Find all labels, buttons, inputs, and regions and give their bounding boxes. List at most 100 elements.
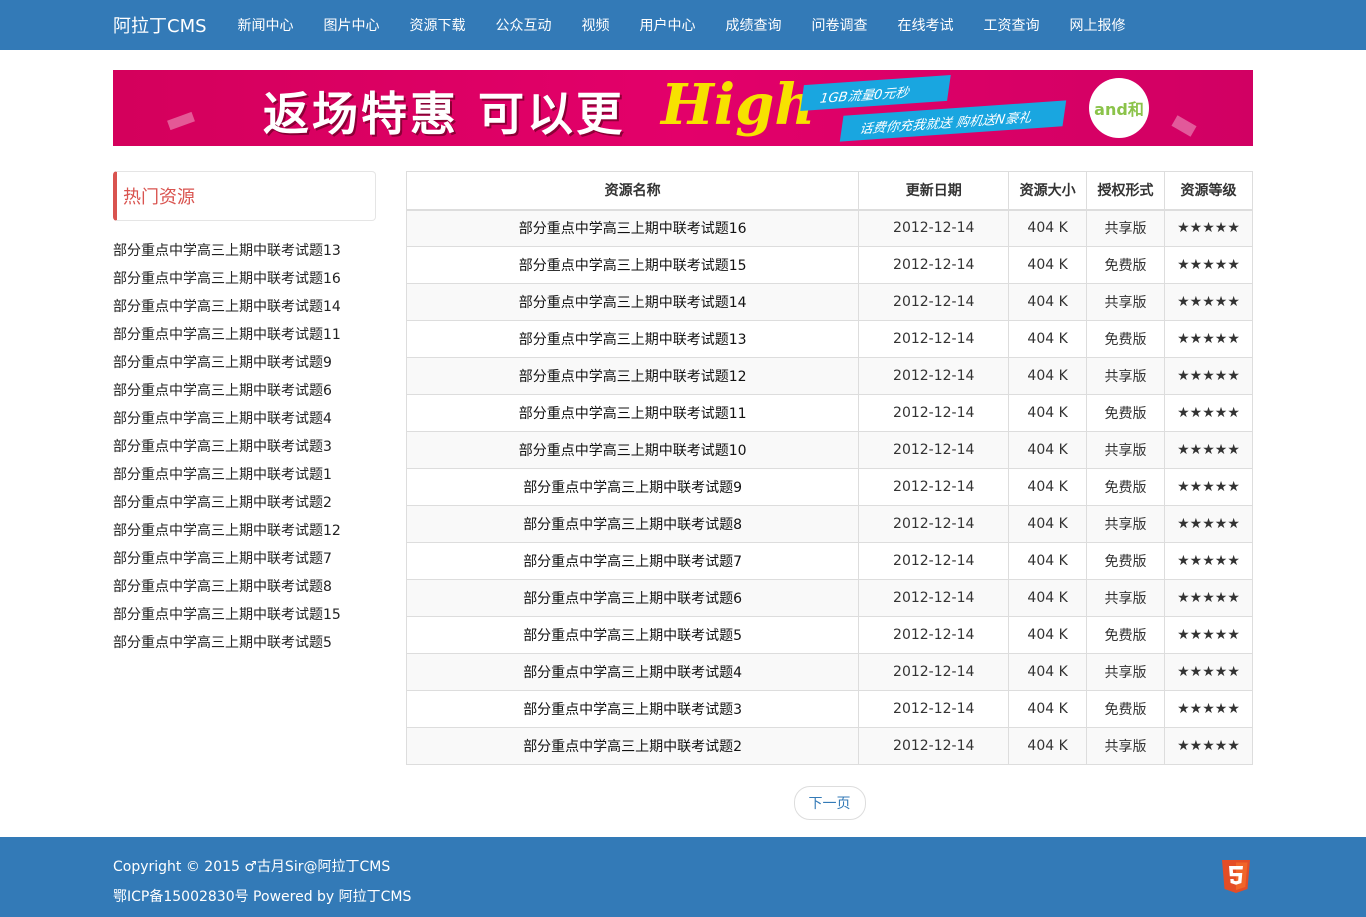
list-item[interactable]: 部分重点中学高三上期中联考试题8 [113,577,376,605]
cell-resource-name[interactable]: 部分重点中学高三上期中联考试题8 [405,505,860,543]
cell-resource-name[interactable]: 部分重点中学高三上期中联考试题5 [405,616,860,654]
list-item[interactable]: 部分重点中学高三上期中联考试题6 [113,381,376,409]
table-header-row: 资源名称 更新日期 资源大小 授权形式 资源等级 [405,171,1253,211]
cell-update-date: 2012-12-14 [858,690,1010,728]
list-item[interactable]: 部分重点中学高三上期中联考试题9 [113,353,376,381]
nav-item[interactable]: 资源下载 [395,15,481,35]
list-item[interactable]: 部分重点中学高三上期中联考试题4 [113,409,376,437]
list-item[interactable]: 部分重点中学高三上期中联考试题2 [113,493,376,521]
nav-item[interactable]: 图片中心 [309,15,395,35]
promo-banner[interactable]: 返场特惠 可以更 High 1GB流量0元秒 话费你充我就送 购机送N豪礼 an… [113,70,1253,146]
nav-item[interactable]: 网上报修 [1055,15,1141,35]
cell-resource-size: 404 K [1008,320,1088,358]
cell-resource-name[interactable]: 部分重点中学高三上期中联考试题6 [405,579,860,617]
table-row: 部分重点中学高三上期中联考试题7 2012-12-14 404 K 免费版 ★★★★★ [405,542,1253,580]
cell-resource-name[interactable]: 部分重点中学高三上期中联考试题2 [405,727,860,765]
cell-resource-size: 404 K [1008,431,1088,469]
list-item[interactable]: 部分重点中学高三上期中联考试题14 [113,297,376,325]
cell-level: ★★★★★ [1164,357,1253,395]
nav-item[interactable]: 在线考试 [883,15,969,35]
sidebar: 热门资源 部分重点中学高三上期中联考试题13 部分重点中学高三上期中联考试题16 部… [113,171,376,820]
cell-update-date: 2012-12-14 [858,283,1010,321]
cell-resource-size: 404 K [1008,542,1088,580]
cell-update-date: 2012-12-14 [858,357,1010,395]
cell-license: 免费版 [1086,246,1166,284]
nav-item[interactable]: 问卷调查 [797,15,883,35]
table-row: 部分重点中学高三上期中联考试题6 2012-12-14 404 K 共享版 ★★★★★ [405,579,1253,617]
cell-resource-name[interactable]: 部分重点中学高三上期中联考试题16 [405,209,860,247]
cell-license: 免费版 [1086,320,1166,358]
cell-resource-name[interactable]: 部分重点中学高三上期中联考试题15 [405,246,860,284]
table-row: 部分重点中学高三上期中联考试题14 2012-12-14 404 K 共享版 ★★★★★ [405,283,1253,321]
list-item[interactable]: 部分重点中学高三上期中联考试题11 [113,325,376,353]
list-item[interactable]: 部分重点中学高三上期中联考试题13 [113,241,376,269]
cell-resource-size: 404 K [1008,209,1088,247]
cell-resource-name[interactable]: 部分重点中学高三上期中联考试题7 [405,542,860,580]
main-panel: 资源名称 更新日期 资源大小 授权形式 资源等级 部分重点中学高三上期中联考试题16 20… [405,171,1253,820]
brand-logo[interactable]: 阿拉丁CMS [113,12,207,38]
cell-resource-name[interactable]: 部分重点中学高三上期中联考试题9 [405,468,860,506]
cell-resource-size: 404 K [1008,246,1088,284]
cell-license: 共享版 [1086,505,1166,543]
cell-update-date: 2012-12-14 [858,431,1010,469]
banner-shard-decoration [167,111,195,131]
next-page-button[interactable]: 下一页 [793,786,866,820]
list-item[interactable]: 部分重点中学高三上期中联考试题16 [113,269,376,297]
nav-item[interactable]: 工资查询 [969,15,1055,35]
cell-resource-size: 404 K [1008,579,1088,617]
cell-level: ★★★★★ [1164,209,1253,247]
table-row: 部分重点中学高三上期中联考试题5 2012-12-14 404 K 免费版 ★★★★★ [405,616,1253,654]
list-item[interactable]: 部分重点中学高三上期中联考试题7 [113,549,376,577]
cell-license: 共享版 [1086,357,1166,395]
nav-item[interactable]: 成绩查询 [711,15,797,35]
nav-item[interactable]: 公众互动 [481,15,567,35]
cell-resource-name[interactable]: 部分重点中学高三上期中联考试题11 [405,394,860,432]
list-item[interactable]: 部分重点中学高三上期中联考试题5 [113,633,376,661]
cell-update-date: 2012-12-14 [858,727,1010,765]
cell-resource-name[interactable]: 部分重点中学高三上期中联考试题14 [405,283,860,321]
banner-main-text: 返场特惠 可以更 [263,87,626,141]
list-item[interactable]: 部分重点中学高三上期中联考试题12 [113,521,376,549]
cell-update-date: 2012-12-14 [858,320,1010,358]
table-row: 部分重点中学高三上期中联考试题3 2012-12-14 404 K 免费版 ★★★★★ [405,690,1253,728]
list-item[interactable]: 部分重点中学高三上期中联考试题3 [113,437,376,465]
table-row: 部分重点中学高三上期中联考试题11 2012-12-14 404 K 免费版 ★★★★★ [405,394,1253,432]
cell-license: 免费版 [1086,468,1166,506]
cell-resource-name[interactable]: 部分重点中学高三上期中联考试题12 [405,357,860,395]
banner-ribbon-text: 话费你充我就送 购机送N豪礼 [858,110,1033,137]
cell-update-date: 2012-12-14 [858,209,1010,247]
banner-ribbon-top: 1GB流量0元秒 [800,74,951,112]
nav-item[interactable]: 新闻中心 [223,15,309,35]
cell-license: 免费版 [1086,690,1166,728]
banner-shard-decoration [1171,115,1197,137]
html5-icon [1222,860,1250,893]
cell-resource-name[interactable]: 部分重点中学高三上期中联考试题13 [405,320,860,358]
table-row: 部分重点中学高三上期中联考试题16 2012-12-14 404 K 共享版 ★★★★★ [405,209,1253,247]
cell-level: ★★★★★ [1164,320,1253,358]
cell-resource-name[interactable]: 部分重点中学高三上期中联考试题10 [405,431,860,469]
cell-license: 共享版 [1086,283,1166,321]
cell-license: 共享版 [1086,431,1166,469]
cell-level: ★★★★★ [1164,468,1253,506]
cell-resource-name[interactable]: 部分重点中学高三上期中联考试题4 [405,653,860,691]
cell-resource-name[interactable]: 部分重点中学高三上期中联考试题3 [405,690,860,728]
cell-update-date: 2012-12-14 [858,579,1010,617]
content-area: 热门资源 部分重点中学高三上期中联考试题13 部分重点中学高三上期中联考试题16 部… [113,171,1253,820]
cell-resource-size: 404 K [1008,653,1088,691]
table-row: 部分重点中学高三上期中联考试题15 2012-12-14 404 K 免费版 ★★★★★ [405,246,1253,284]
header-resource-name: 资源名称 [405,171,860,211]
footer-copyright: Copyright © 2015 ♂古月Sir@阿拉丁CMS [113,859,391,875]
list-item[interactable]: 部分重点中学高三上期中联考试题1 [113,465,376,493]
cell-update-date: 2012-12-14 [858,542,1010,580]
table-row: 部分重点中学高三上期中联考试题13 2012-12-14 404 K 免费版 ★★★★★ [405,320,1253,358]
nav-item[interactable]: 用户中心 [625,15,711,35]
nav-item[interactable]: 视频 [567,15,625,35]
cell-resource-size: 404 K [1008,616,1088,654]
cell-update-date: 2012-12-14 [858,468,1010,506]
cell-update-date: 2012-12-14 [858,394,1010,432]
cell-level: ★★★★★ [1164,283,1253,321]
cell-resource-size: 404 K [1008,468,1088,506]
cell-license: 免费版 [1086,542,1166,580]
table-row: 部分重点中学高三上期中联考试题2 2012-12-14 404 K 共享版 ★★★★★ [405,727,1253,765]
list-item[interactable]: 部分重点中学高三上期中联考试题15 [113,605,376,633]
